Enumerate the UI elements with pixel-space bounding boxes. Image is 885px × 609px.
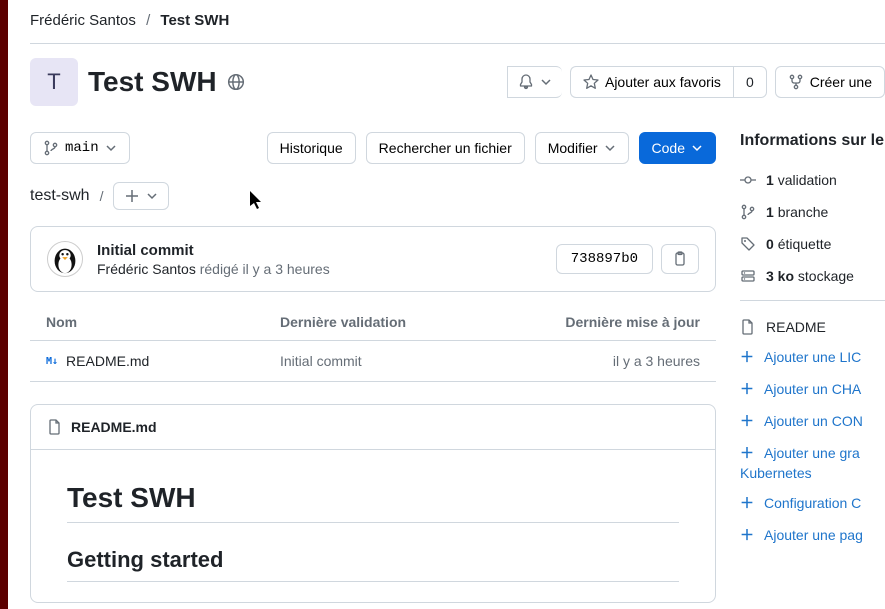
breadcrumb-project[interactable]: Test SWH <box>160 12 229 29</box>
info-storage[interactable]: 3 ko stockage <box>740 268 885 284</box>
tag-icon <box>740 236 756 252</box>
star-count[interactable]: 0 <box>733 66 767 98</box>
breadcrumb-owner[interactable]: Frédéric Santos <box>30 12 136 29</box>
commit-sha[interactable]: 738897b0 <box>556 244 653 274</box>
edit-button[interactable]: Modifier <box>535 132 629 164</box>
sidebar-title: Informations sur le <box>740 132 885 150</box>
commit-title[interactable]: Initial commit <box>97 242 542 259</box>
branch-icon <box>740 204 756 220</box>
clipboard-icon <box>672 251 688 267</box>
file-commit[interactable]: Initial commit <box>280 353 520 369</box>
file-name[interactable]: README.md <box>66 353 149 369</box>
chevron-down-icon <box>105 142 117 154</box>
readme-h1: Test SWH <box>67 482 679 523</box>
sidebar-add-page[interactable]: ＋Ajouter une pag <box>740 525 885 545</box>
code-button[interactable]: Code <box>639 132 716 164</box>
chevron-down-icon <box>146 190 158 202</box>
project-avatar: T <box>30 58 78 106</box>
markdown-icon: M↓ <box>46 356 58 367</box>
sidebar-kubernetes-sub[interactable]: Kubernetes <box>740 465 885 481</box>
branch-icon <box>43 140 59 156</box>
info-branches[interactable]: 1 branche <box>740 204 885 220</box>
storage-icon <box>740 268 756 284</box>
avatar <box>47 241 83 277</box>
sidebar-add-license[interactable]: ＋Ajouter une LIC <box>740 347 885 367</box>
file-updated: il y a 3 heures <box>520 353 700 369</box>
col-header-name: Nom <box>46 314 280 330</box>
path-root[interactable]: test-swh <box>30 187 90 205</box>
bell-icon <box>518 74 534 90</box>
chevron-down-icon <box>691 142 703 154</box>
sidebar-config-ci[interactable]: ＋Configuration C <box>740 493 885 513</box>
file-icon <box>47 419 63 435</box>
history-button[interactable]: Historique <box>267 132 356 164</box>
chevron-down-icon <box>540 76 552 88</box>
sidebar-readme-link[interactable]: README <box>740 319 885 335</box>
copy-sha-button[interactable] <box>661 244 699 274</box>
sidebar-add-cluster[interactable]: ＋Ajouter une gra <box>740 443 885 463</box>
globe-icon <box>227 73 245 91</box>
plus-icon <box>124 188 140 204</box>
col-header-commit: Dernière validation <box>280 314 520 330</box>
fork-icon <box>788 74 804 90</box>
branch-selector[interactable]: main <box>30 132 130 164</box>
table-row[interactable]: M↓ README.md Initial commit il y a 3 heu… <box>30 341 716 381</box>
commit-author[interactable]: Frédéric Santos <box>97 261 196 277</box>
star-button[interactable]: Ajouter aux favoris <box>570 66 733 98</box>
last-commit-card: Initial commit Frédéric Santos rédigé il… <box>30 226 716 292</box>
readme-header: README.md <box>31 405 715 450</box>
find-file-button[interactable]: Rechercher un fichier <box>366 132 525 164</box>
create-button[interactable]: Créer une <box>775 66 885 98</box>
sidebar-add-contributing[interactable]: ＋Ajouter un CON <box>740 411 885 431</box>
notifications-button[interactable] <box>507 66 562 98</box>
star-icon <box>583 74 599 90</box>
add-file-button[interactable] <box>113 182 169 210</box>
sidebar-add-changelog[interactable]: ＋Ajouter un CHA <box>740 379 885 399</box>
page-title: Test SWH <box>88 66 217 98</box>
info-tags[interactable]: 0 étiquette <box>740 236 885 252</box>
readme-h2: Getting started <box>67 547 679 582</box>
col-header-update: Dernière mise à jour <box>520 314 700 330</box>
breadcrumb: Frédéric Santos / Test SWH <box>30 0 885 43</box>
penguin-icon <box>48 241 82 277</box>
file-icon <box>740 319 756 335</box>
commit-icon <box>740 172 756 188</box>
chevron-down-icon <box>604 142 616 154</box>
info-commits[interactable]: 1 validation <box>740 172 885 188</box>
